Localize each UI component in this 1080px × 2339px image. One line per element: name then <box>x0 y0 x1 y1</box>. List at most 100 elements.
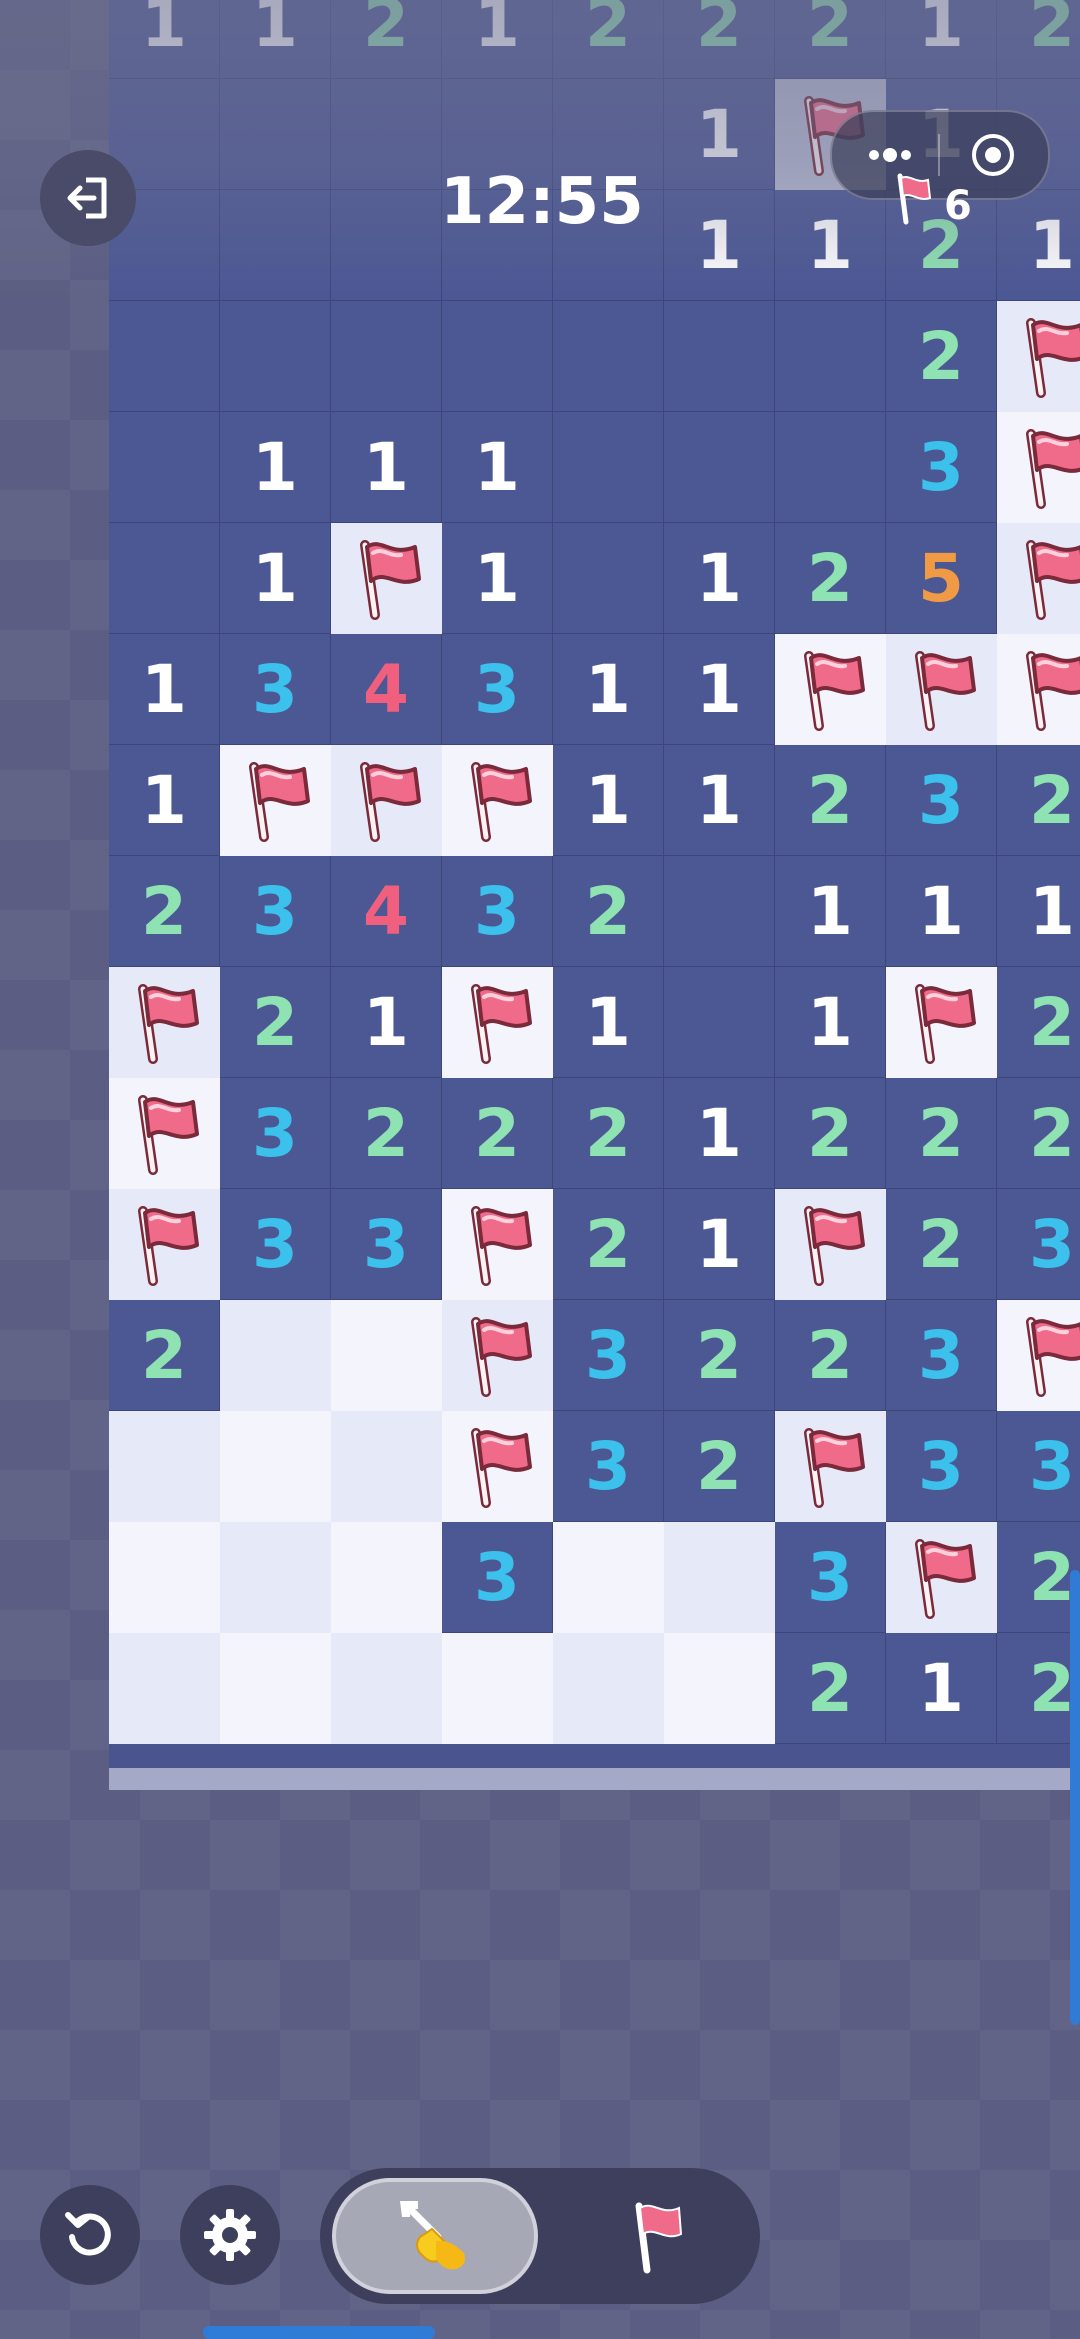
unrevealed-cell[interactable] <box>331 1633 442 1744</box>
number-cell[interactable]: 2 <box>553 856 664 967</box>
number-cell[interactable]: 1 <box>664 1078 775 1189</box>
number-cell[interactable]: 2 <box>997 0 1080 79</box>
number-cell[interactable]: 3 <box>997 1189 1080 1300</box>
flagged-cell[interactable] <box>331 745 442 856</box>
number-cell[interactable]: 3 <box>553 1411 664 1522</box>
number-cell[interactable]: 2 <box>997 745 1080 856</box>
number-cell[interactable]: 1 <box>442 0 553 79</box>
scrollbar[interactable] <box>1070 1570 1080 2025</box>
number-cell[interactable]: 3 <box>442 856 553 967</box>
number-cell[interactable]: 2 <box>997 967 1080 1078</box>
empty-revealed-cell[interactable] <box>220 301 331 412</box>
flag-mode-button[interactable] <box>560 2178 750 2294</box>
number-cell[interactable]: 1 <box>664 190 775 301</box>
unrevealed-cell[interactable] <box>553 1522 664 1633</box>
number-cell[interactable]: 3 <box>886 745 997 856</box>
unrevealed-cell[interactable] <box>220 1633 331 1744</box>
flagged-cell[interactable] <box>775 1189 886 1300</box>
number-cell[interactable]: 2 <box>886 1189 997 1300</box>
number-cell[interactable]: 2 <box>442 1078 553 1189</box>
target-icon[interactable] <box>970 132 1016 178</box>
number-cell[interactable]: 2 <box>775 523 886 634</box>
flagged-cell[interactable] <box>997 634 1080 745</box>
number-cell[interactable]: 1 <box>109 745 220 856</box>
flagged-cell[interactable] <box>331 523 442 634</box>
more-dots-icon[interactable] <box>862 140 918 170</box>
number-cell[interactable]: 2 <box>109 1300 220 1411</box>
flagged-cell[interactable] <box>775 634 886 745</box>
empty-revealed-cell[interactable] <box>331 301 442 412</box>
flagged-cell[interactable] <box>220 745 331 856</box>
number-cell[interactable]: 1 <box>331 967 442 1078</box>
empty-revealed-cell[interactable] <box>331 190 442 301</box>
flagged-cell[interactable] <box>997 301 1080 412</box>
number-cell[interactable]: 2 <box>775 1300 886 1411</box>
settings-button[interactable] <box>180 2185 280 2285</box>
number-cell[interactable]: 1 <box>997 856 1080 967</box>
number-cell[interactable]: 1 <box>775 967 886 1078</box>
number-cell[interactable]: 3 <box>220 856 331 967</box>
unrevealed-cell[interactable] <box>220 1300 331 1411</box>
empty-revealed-cell[interactable] <box>664 301 775 412</box>
number-cell[interactable]: 3 <box>331 1189 442 1300</box>
empty-revealed-cell[interactable] <box>553 301 664 412</box>
empty-revealed-cell[interactable] <box>553 523 664 634</box>
number-cell[interactable]: 3 <box>886 1300 997 1411</box>
number-cell[interactable]: 1 <box>997 190 1080 301</box>
number-cell[interactable]: 1 <box>664 1189 775 1300</box>
number-cell[interactable]: 3 <box>220 1078 331 1189</box>
empty-revealed-cell[interactable] <box>442 301 553 412</box>
number-cell[interactable]: 2 <box>664 1300 775 1411</box>
number-cell[interactable]: 4 <box>331 856 442 967</box>
number-cell[interactable]: 1 <box>553 634 664 745</box>
number-cell[interactable]: 1 <box>442 412 553 523</box>
number-cell[interactable]: 2 <box>997 1633 1080 1744</box>
unrevealed-cell[interactable] <box>331 1411 442 1522</box>
number-cell[interactable]: 2 <box>775 1078 886 1189</box>
undo-button[interactable] <box>40 2185 140 2285</box>
flagged-cell[interactable] <box>886 967 997 1078</box>
unrevealed-cell[interactable] <box>109 1522 220 1633</box>
empty-revealed-cell[interactable] <box>109 523 220 634</box>
empty-revealed-cell[interactable] <box>664 967 775 1078</box>
number-cell[interactable]: 3 <box>553 1300 664 1411</box>
flagged-cell[interactable] <box>442 1300 553 1411</box>
empty-revealed-cell[interactable] <box>220 190 331 301</box>
number-cell[interactable]: 1 <box>553 745 664 856</box>
flagged-cell[interactable] <box>442 745 553 856</box>
flagged-cell[interactable] <box>775 1411 886 1522</box>
number-cell[interactable]: 2 <box>220 967 331 1078</box>
number-cell[interactable]: 3 <box>220 1189 331 1300</box>
number-cell[interactable]: 2 <box>664 0 775 79</box>
number-cell[interactable]: 2 <box>997 1078 1080 1189</box>
number-cell[interactable]: 2 <box>997 1522 1080 1633</box>
unrevealed-cell[interactable] <box>442 1633 553 1744</box>
number-cell[interactable]: 1 <box>886 0 997 79</box>
unrevealed-cell[interactable] <box>109 1411 220 1522</box>
number-cell[interactable]: 2 <box>664 1411 775 1522</box>
flagged-cell[interactable] <box>886 634 997 745</box>
dig-mode-button[interactable] <box>332 2178 538 2294</box>
number-cell[interactable]: 1 <box>775 190 886 301</box>
empty-revealed-cell[interactable] <box>220 79 331 190</box>
number-cell[interactable]: 2 <box>553 0 664 79</box>
unrevealed-cell[interactable] <box>109 1633 220 1744</box>
number-cell[interactable]: 1 <box>664 745 775 856</box>
empty-revealed-cell[interactable] <box>109 301 220 412</box>
unrevealed-cell[interactable] <box>553 1633 664 1744</box>
number-cell[interactable]: 1 <box>886 1633 997 1744</box>
number-cell[interactable]: 1 <box>553 967 664 1078</box>
unrevealed-cell[interactable] <box>331 1300 442 1411</box>
number-cell[interactable]: 3 <box>775 1522 886 1633</box>
flagged-cell[interactable] <box>109 1189 220 1300</box>
exit-button[interactable] <box>40 150 136 246</box>
unrevealed-cell[interactable] <box>664 1633 775 1744</box>
empty-revealed-cell[interactable] <box>775 301 886 412</box>
number-cell[interactable]: 1 <box>331 412 442 523</box>
unrevealed-cell[interactable] <box>220 1522 331 1633</box>
number-cell[interactable]: 3 <box>442 634 553 745</box>
empty-revealed-cell[interactable] <box>331 79 442 190</box>
empty-revealed-cell[interactable] <box>664 856 775 967</box>
empty-revealed-cell[interactable] <box>109 412 220 523</box>
unrevealed-cell[interactable] <box>331 1522 442 1633</box>
